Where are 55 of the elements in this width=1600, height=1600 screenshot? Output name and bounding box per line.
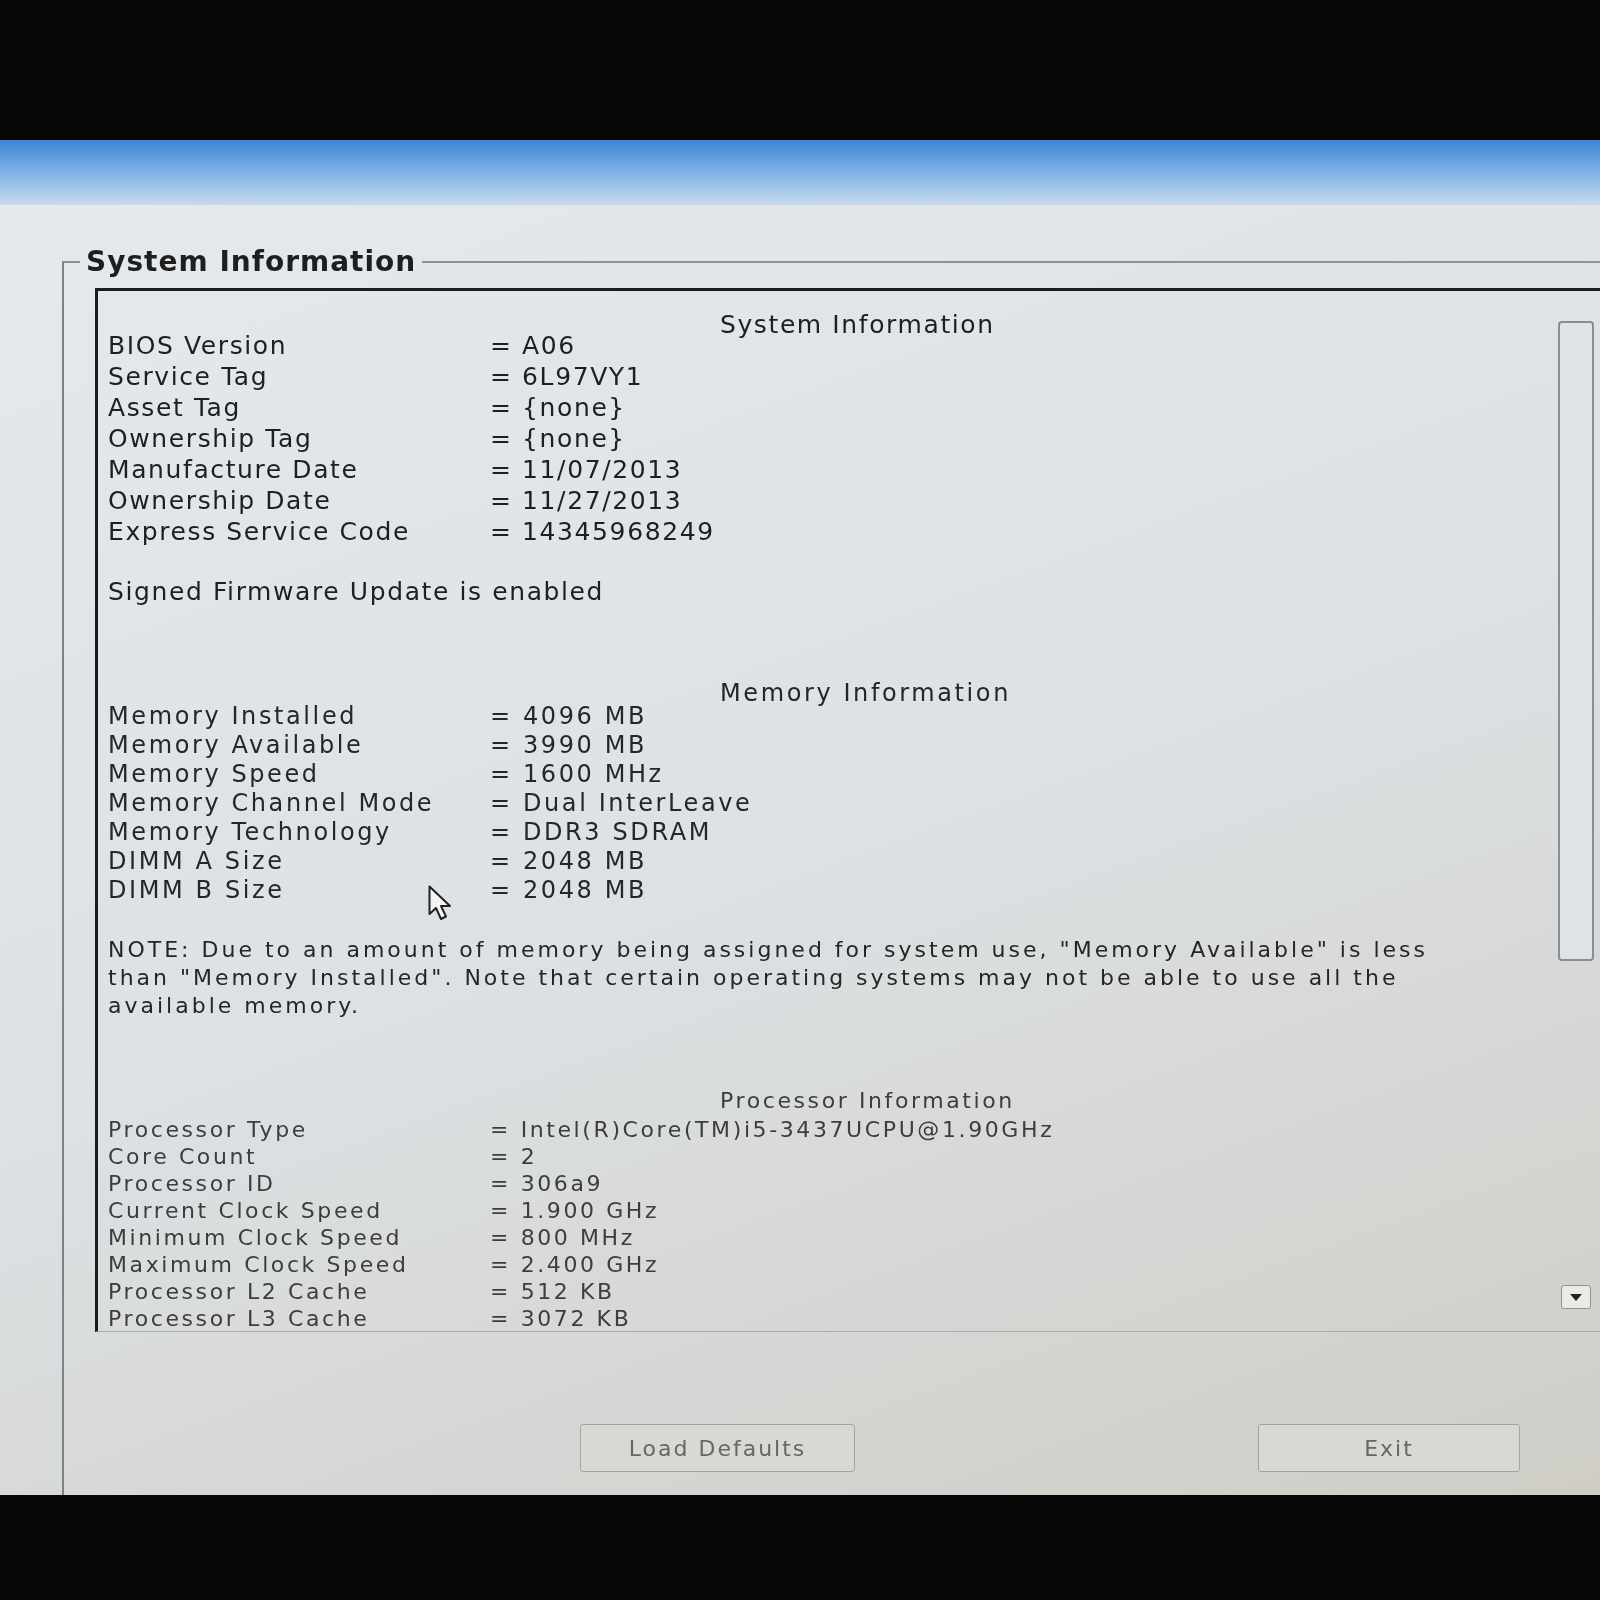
field-label: Asset Tag xyxy=(108,392,241,423)
scroll-down-button[interactable] xyxy=(1561,1285,1591,1309)
field-label: Minimum Clock Speed xyxy=(108,1224,403,1251)
field-label: Processor L3 Cache xyxy=(108,1305,370,1332)
group-title: System Information xyxy=(85,245,418,278)
field-label: Ownership Tag xyxy=(108,423,313,454)
field-label: Memory Speed xyxy=(108,760,320,789)
field-value: = 306a9 xyxy=(490,1170,604,1197)
field-value: = 2 xyxy=(490,1143,538,1170)
scrollbar-thumb[interactable] xyxy=(1558,321,1594,961)
field-label: Maximum Clock Speed xyxy=(108,1251,409,1278)
field-value: = 6L97VY1 xyxy=(490,361,644,392)
field-value: = 512 KB xyxy=(490,1278,615,1305)
field-value: = Intel(R)Core(TM)i5-3437UCPU@1.90GHz xyxy=(490,1116,1055,1143)
field-value: = DDR3 SDRAM xyxy=(490,818,713,847)
field-label: DIMM A Size xyxy=(108,847,285,876)
field-label: Processor Type xyxy=(108,1116,308,1143)
field-label: Core Count xyxy=(108,1143,258,1170)
note-text: Signed Firmware Update is enabled xyxy=(108,578,605,606)
field-value: = {none} xyxy=(490,392,626,423)
field-label: Processor L2 Cache xyxy=(108,1278,370,1305)
field-value: = {none} xyxy=(490,423,626,454)
field-label: Memory Installed xyxy=(108,702,358,731)
field-label: Processor ID xyxy=(108,1170,276,1197)
field-label: Memory Technology xyxy=(108,818,392,847)
note-text: NOTE: Due to an amount of memory being assigned for system use, "Memory Available" is less than "Memory Installed". Note that certain operating systems may not be able to use all the available memory. xyxy=(108,936,1429,1020)
field-label: Manufacture Date xyxy=(108,454,359,485)
field-value: = 11/07/2013 xyxy=(490,454,683,485)
down-triangle-icon xyxy=(1570,1293,1582,1301)
field-value: = 2048 MB xyxy=(490,847,648,876)
field-label: BIOS Version xyxy=(108,330,288,361)
field-value: = 2048 MB xyxy=(490,876,648,905)
field-value: = 800 MHz xyxy=(490,1224,635,1251)
section-heading: System Information xyxy=(720,309,995,340)
field-label: Ownership Date xyxy=(108,485,332,516)
field-value: = 11/27/2013 xyxy=(490,485,683,516)
field-label: Express Service Code xyxy=(108,516,410,547)
field-label: Service Tag xyxy=(108,361,269,392)
field-value: = 1.900 GHz xyxy=(490,1197,660,1224)
field-value: = 4096 MB xyxy=(490,702,648,731)
field-label: Memory Available xyxy=(108,731,364,760)
field-value: = Dual InterLeave xyxy=(490,789,753,818)
field-value: = 3990 MB xyxy=(490,731,648,760)
field-label: DIMM B Size xyxy=(108,876,285,905)
push-button[interactable]: Load Defaults xyxy=(580,1424,855,1472)
field-label: Current Clock Speed xyxy=(108,1197,383,1224)
field-value: = 14345968249 xyxy=(490,516,715,547)
section-heading: Processor Information xyxy=(720,1087,1015,1114)
field-value: = 2.400 GHz xyxy=(490,1251,660,1278)
push-button[interactable]: Exit xyxy=(1258,1424,1520,1472)
field-label: Memory Channel Mode xyxy=(108,789,435,818)
section-heading: Memory Information xyxy=(720,679,1011,708)
field-value: = A06 xyxy=(490,330,576,361)
field-value: = 1600 MHz xyxy=(490,760,664,789)
field-value: = 3072 KB xyxy=(490,1305,632,1332)
